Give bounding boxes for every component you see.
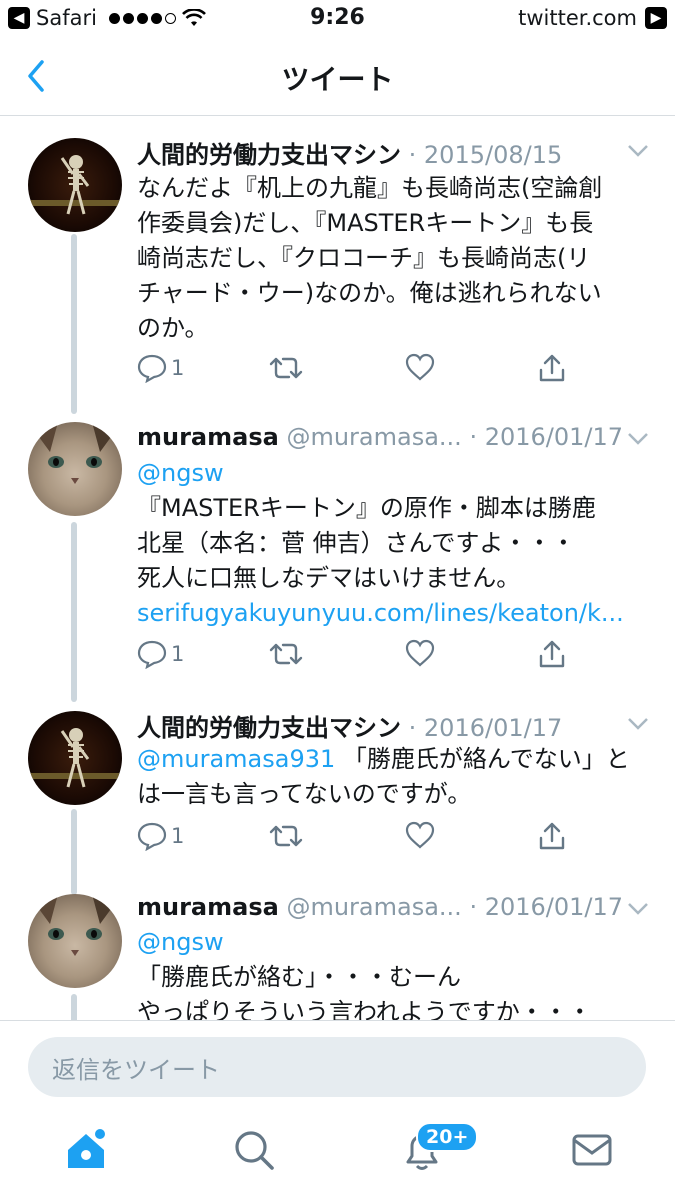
notifications-badge: 20+: [416, 1122, 479, 1152]
thread-line: [71, 522, 77, 702]
display-name[interactable]: 人間的労働力支出マシン: [137, 714, 401, 742]
tweet-line: 北星（本名：菅 伸吉）さんですよ・・・: [137, 529, 576, 557]
avatar[interactable]: [28, 894, 122, 988]
reply-input[interactable]: 返信をツイート: [28, 1037, 646, 1097]
tweet-line: 「勝鹿氏が絡んでない」と: [342, 745, 630, 773]
tweet-text: @ngsw 「勝鹿氏が絡む」・・・むーん やっぱりそういう言われようですか・・・: [137, 925, 657, 1020]
messages-icon[interactable]: [570, 1128, 614, 1172]
like-button[interactable]: [405, 639, 435, 667]
retweet-button[interactable]: [269, 821, 303, 851]
tweet-date[interactable]: · 2016/01/17: [469, 893, 623, 921]
chevron-down-icon[interactable]: [627, 902, 649, 916]
nav-bar: ツイート: [0, 38, 675, 116]
like-button[interactable]: [405, 821, 435, 849]
cat-avatar-image: [28, 894, 122, 956]
thread-line: [71, 234, 77, 414]
home-icon[interactable]: [64, 1128, 108, 1172]
mention-link[interactable]: @ngsw: [137, 456, 657, 491]
share-icon: [539, 354, 565, 382]
url-link[interactable]: serifugyakuyunyuu.com/lines/keaton/k...: [137, 596, 657, 631]
reply-icon: [137, 822, 167, 851]
tweet-line: チャード・ウー)なのか。俺は逃れられない: [137, 279, 602, 307]
tweet-line: 「勝鹿氏が絡む」・・・むーん: [137, 963, 461, 991]
retweet-icon: [269, 643, 303, 665]
tweet-date[interactable]: · 2015/08/15: [409, 141, 563, 169]
tweet-line: なんだよ『机上の九龍』も長崎尚志(空論創: [137, 174, 603, 202]
thread-line: [71, 809, 77, 895]
display-name[interactable]: 人間的労働力支出マシン: [137, 141, 401, 169]
tweet-line: 『MASTERキートン』の原作・脚本は勝鹿: [137, 494, 596, 522]
tweet-text: @muramasa931 「勝鹿氏が絡んでない」と は一言も言ってないのですが。: [137, 742, 657, 812]
retweet-button[interactable]: [269, 639, 303, 669]
heart-icon: [405, 821, 435, 849]
tweet-thread: 人間的労働力支出マシン · 2015/08/15 なんだよ『机上の九龍』も長崎尚…: [0, 117, 675, 1020]
like-button[interactable]: [405, 353, 435, 381]
user-handle[interactable]: @muramasa...: [286, 893, 461, 921]
retweet-icon: [269, 825, 303, 847]
skeleton-avatar-image: [28, 155, 122, 215]
share-icon: [539, 822, 565, 850]
tweet-header: muramasa @muramasa... · 2016/01/17: [137, 893, 635, 921]
reply-count: 1: [171, 356, 185, 380]
retweet-button[interactable]: [269, 353, 303, 383]
tweet-date[interactable]: · 2016/01/17: [409, 714, 563, 742]
display-name[interactable]: muramasa: [137, 893, 279, 921]
reply-button[interactable]: 1: [137, 639, 184, 669]
tweet-line: やっぱりそういう言われようですか・・・: [137, 998, 592, 1020]
reply-icon: [137, 640, 167, 669]
chevron-down-icon[interactable]: [627, 717, 649, 731]
tweet-line: は一言も言ってないのですが。: [137, 780, 472, 808]
reply-icon: [137, 354, 167, 383]
reply-bar: 返信をツイート: [0, 1020, 675, 1110]
tweet-actions: 1: [137, 639, 637, 675]
tweet-header: 人間的労働力支出マシン · 2015/08/15: [137, 135, 635, 170]
reply-count: 1: [171, 824, 185, 848]
heart-icon: [405, 353, 435, 381]
site-label: twitter.com: [518, 6, 637, 30]
search-icon[interactable]: [232, 1128, 276, 1172]
avatar[interactable]: [28, 422, 122, 516]
heart-icon: [405, 639, 435, 667]
share-button[interactable]: [537, 353, 567, 383]
display-name[interactable]: muramasa: [137, 423, 279, 451]
tab-bar: [0, 1110, 675, 1200]
avatar[interactable]: [28, 138, 122, 232]
tweet-actions: 1: [137, 821, 637, 857]
tweet-text: @ngsw 『MASTERキートン』の原作・脚本は勝鹿 北星（本名：菅 伸吉）さ…: [137, 456, 657, 631]
tweet-header: 人間的労働力支出マシン · 2016/01/17: [137, 708, 635, 743]
status-right: twitter.com ▶: [518, 6, 667, 30]
share-button[interactable]: [537, 821, 567, 851]
tweet-text: なんだよ『机上の九龍』も長崎尚志(空論創 作委員会)だし、『MASTERキートン…: [137, 171, 657, 346]
mention-link[interactable]: @muramasa931: [137, 745, 335, 773]
tweet-actions: 1: [137, 353, 637, 389]
skeleton-avatar-image: [28, 728, 122, 788]
retweet-icon: [269, 357, 303, 379]
thread-line: [71, 994, 77, 1020]
reply-count: 1: [171, 642, 185, 666]
tweet-header: muramasa @muramasa... · 2016/01/17: [137, 423, 635, 451]
tweet-date[interactable]: · 2016/01/17: [469, 423, 623, 451]
tweet-line: 作委員会)だし、『MASTERキートン』も長: [137, 209, 594, 237]
chevron-down-icon[interactable]: [627, 432, 649, 446]
user-handle[interactable]: @muramasa...: [286, 423, 461, 451]
status-bar: ◀ Safari 9:26 twitter.com ▶: [0, 0, 675, 38]
tweet-line: 死人に口無しなデマはいけません。: [137, 564, 521, 592]
reply-button[interactable]: 1: [137, 353, 184, 383]
tweet-line: 崎尚志だし、『クロコーチ』も長崎尚志(リ: [137, 244, 591, 272]
share-button[interactable]: [537, 639, 567, 669]
mention-link[interactable]: @ngsw: [137, 925, 657, 960]
cat-avatar-image: [28, 422, 122, 484]
share-icon: [539, 640, 565, 668]
forward-app-icon[interactable]: ▶: [645, 7, 667, 29]
page-title: ツイート: [281, 63, 394, 96]
avatar[interactable]: [28, 711, 122, 805]
chevron-down-icon[interactable]: [627, 144, 649, 158]
reply-button[interactable]: 1: [137, 821, 184, 851]
tweet-line: のか。: [137, 314, 209, 342]
